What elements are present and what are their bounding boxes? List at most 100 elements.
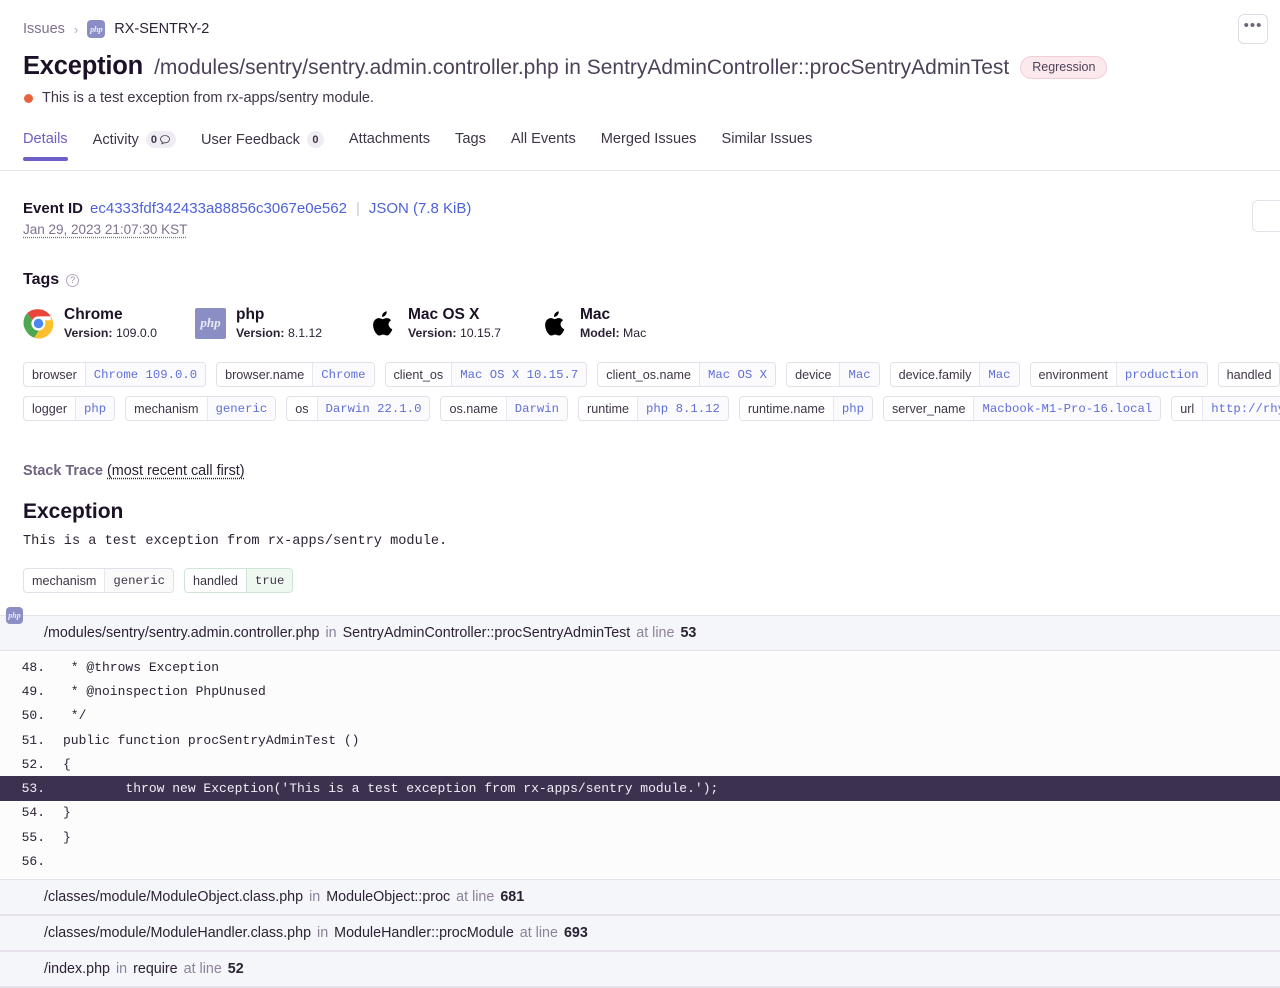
tag-pill-client-os[interactable]: client_os Mac OS X 10.15.7	[384, 362, 588, 387]
tag-pill-row: logger php mechanism generic os Darwin 22.1…	[23, 396, 1280, 421]
tag-pill-browser[interactable]: browser Chrome 109.0.0	[23, 362, 207, 387]
tab-user-feedback[interactable]: User Feedback 0	[201, 131, 324, 161]
tag-value[interactable]: production	[1115, 363, 1207, 386]
status-badge: Regression	[1020, 56, 1108, 79]
tag-summary-runtime[interactable]: php php Version: 8.1.12	[195, 306, 367, 340]
exception-pill-handled[interactable]: handled true	[184, 568, 294, 593]
line-number: 55.	[21, 829, 45, 845]
apple-icon	[539, 308, 570, 339]
tab-label: All Events	[510, 131, 576, 147]
activity-count: 0	[150, 133, 157, 146]
tag-pill-browser-name[interactable]: browser.name Chrome	[216, 362, 375, 387]
more-actions-button[interactable]: •••	[1238, 14, 1268, 44]
code-line: 55.}	[0, 825, 1280, 849]
tag-key: mechanism	[32, 573, 97, 588]
activity-count-badge: 0	[145, 131, 176, 148]
tag-summary-name: php	[236, 306, 265, 323]
tag-pill-server-name[interactable]: server_name Macbook-M1-Pro-16.local	[882, 396, 1162, 421]
tag-value[interactable]: php	[832, 397, 872, 420]
event-nav-button-partial[interactable]	[1252, 200, 1280, 232]
tag-key: os	[295, 401, 309, 416]
tag-value[interactable]: Darwin	[505, 397, 568, 420]
php-icon: php	[6, 607, 23, 624]
tab-label: Similar Issues	[721, 131, 813, 147]
tag-key: device.family	[898, 367, 972, 382]
tab-all-events[interactable]: All Events	[511, 131, 576, 160]
tag-value[interactable]: Darwin 22.1.0	[316, 397, 430, 420]
tag-summary-list: Chrome Version: 109.0.0 php php Version:…	[0, 289, 1280, 340]
stack-frame-header[interactable]: /classes/module/ModuleHandler.class.php …	[0, 914, 1280, 951]
line-content: */	[63, 708, 87, 724]
tag-pill-device-family[interactable]: device.family Mac	[889, 362, 1020, 387]
tag-value[interactable]: Mac OS X 10.15.7	[451, 363, 587, 386]
breadcrumb: Issues › php RX-SENTRY-2	[0, 0, 1280, 38]
stack-frame-header[interactable]: /classes/module/ModuleObject.class.php i…	[0, 878, 1280, 915]
frame-source-code: 48. * @throws Exception 49. * @noinspect…	[0, 651, 1280, 879]
tag-value[interactable]: php 8.1.12	[637, 397, 728, 420]
line-content: }	[63, 805, 71, 821]
tag-summary-meta: Version: 10.15.7	[408, 326, 501, 340]
exception-pill-mechanism[interactable]: mechanism generic	[23, 568, 175, 593]
tag-pill-logger[interactable]: logger php	[23, 396, 116, 421]
tag-value[interactable]: php	[75, 397, 115, 420]
code-line-highlighted: 53. throw new Exception('This is a test …	[0, 776, 1280, 801]
event-timestamp: Jan 29, 2023 21:07:30 KST	[23, 222, 188, 237]
tag-pill-client-os-name[interactable]: client_os.name Mac OS X	[597, 362, 777, 387]
tab-details[interactable]: Details	[23, 131, 68, 161]
breadcrumb-issues-link[interactable]: Issues	[23, 21, 65, 37]
code-line: 51. public function procSentryAdminTest (…	[0, 728, 1280, 752]
frame-in-label: in	[115, 960, 128, 977]
frame-function: require	[133, 960, 178, 977]
question-mark-icon[interactable]: ?	[66, 273, 80, 287]
tab-activity[interactable]: Activity 0	[93, 131, 176, 161]
line-number: 49.	[21, 683, 45, 699]
tag-pill-mechanism[interactable]: mechanism generic	[125, 396, 277, 421]
code-line: 52. {	[0, 752, 1280, 776]
tag-pill-runtime-name[interactable]: runtime.name php	[738, 396, 873, 421]
exception-message: This is a test exception from rx-apps/se…	[23, 534, 448, 549]
tag-value[interactable]: Mac OS X	[699, 363, 776, 386]
line-content: }	[63, 829, 71, 845]
tab-merged-issues[interactable]: Merged Issues	[601, 131, 697, 160]
exception-meta-pills: mechanism generic handled true	[0, 549, 1280, 593]
stack-frame-header[interactable]: /modules/sentry/sentry.admin.controller.…	[0, 616, 1280, 651]
tag-summary-os[interactable]: Mac OS X Version: 10.15.7	[367, 306, 539, 340]
line-content: {	[63, 756, 71, 772]
frame-at-label: at line	[636, 625, 675, 641]
tag-value[interactable]: Chrome	[312, 363, 374, 386]
tag-pill-url[interactable]: url http://rhy	[1171, 396, 1280, 421]
tag-value[interactable]: generic	[206, 397, 276, 420]
tag-key: server_name	[891, 401, 966, 416]
tag-pill-device[interactable]: device Mac	[786, 362, 880, 387]
tag-value[interactable]: Macbook-M1-Pro-16.local	[973, 397, 1161, 420]
code-line: 50. */	[0, 704, 1280, 728]
tag-value[interactable]: http://rhy	[1202, 397, 1280, 420]
tag-pill-os-name[interactable]: os.name Darwin	[440, 396, 569, 421]
event-json-link[interactable]: JSON (7.8 KiB)	[369, 200, 472, 217]
tag-key: handled	[193, 573, 238, 588]
tag-pill-runtime[interactable]: runtime php 8.1.12	[578, 396, 729, 421]
tab-label: Tags	[455, 131, 486, 147]
event-id-value[interactable]: ec4333fdf342433a88856c3067e0e562	[90, 200, 347, 217]
tag-pill-os[interactable]: os Darwin 22.1.0	[286, 396, 431, 421]
line-number: 51.	[21, 732, 45, 748]
tag-value[interactable]: Mac	[839, 363, 879, 386]
frame-in-label: in	[317, 924, 329, 941]
exception-type: Exception	[23, 52, 144, 80]
tab-attachments[interactable]: Attachments	[349, 131, 430, 160]
tag-key: browser.name	[225, 367, 305, 382]
tag-pill-environment[interactable]: environment production	[1029, 362, 1208, 387]
tag-summary-device[interactable]: Mac Model: Mac	[539, 306, 711, 340]
tab-similar-issues[interactable]: Similar Issues	[721, 131, 812, 160]
stack-frame-header[interactable]: /index.php in require at line 52	[0, 950, 1280, 987]
tag-pill-handled[interactable]: handled	[1217, 362, 1280, 387]
tag-value[interactable]: Chrome 109.0.0	[84, 363, 206, 386]
line-number: 50.	[21, 708, 45, 724]
frame-in-label: in	[325, 625, 337, 641]
frame-file: /index.php	[44, 960, 110, 977]
frame-line-number: 53	[680, 625, 697, 641]
tag-summary-browser[interactable]: Chrome Version: 109.0.0	[23, 306, 195, 340]
code-line: 54.}	[0, 801, 1280, 825]
tab-tags[interactable]: Tags	[455, 131, 486, 160]
tag-value[interactable]: Mac	[979, 363, 1019, 386]
